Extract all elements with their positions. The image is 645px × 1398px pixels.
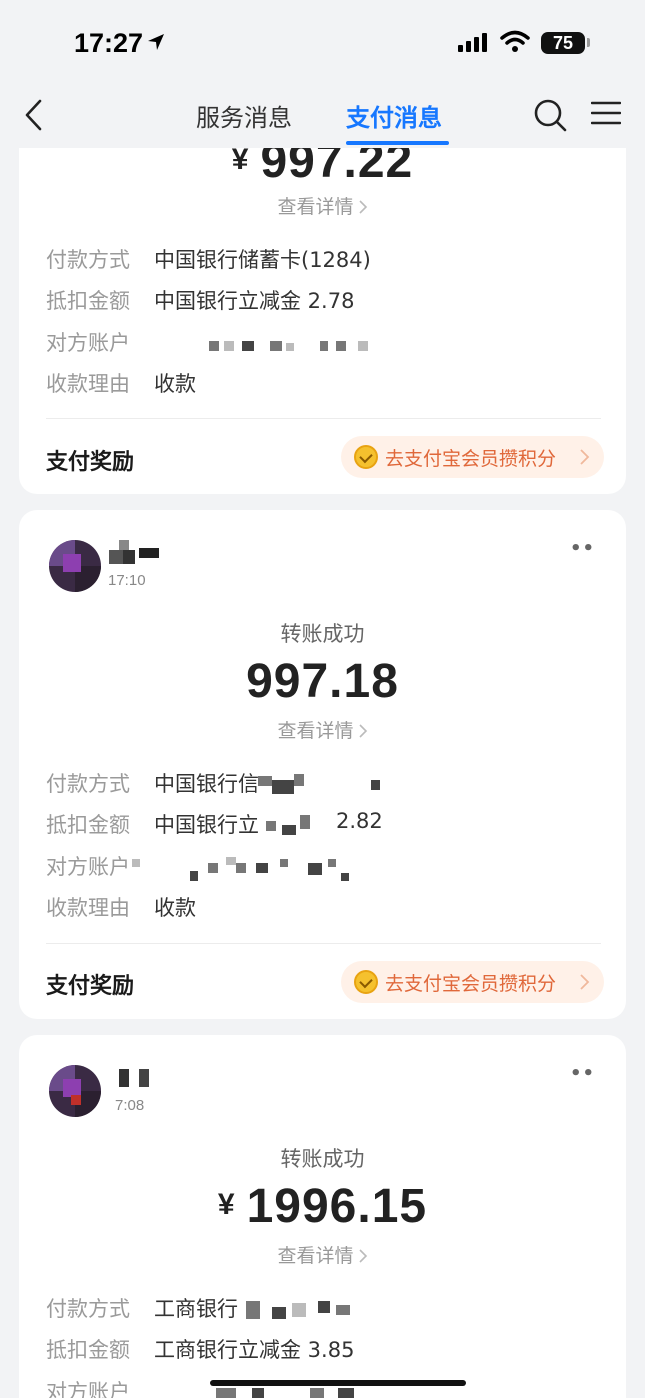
info-value: 工商银行	[154, 1297, 238, 1321]
tab-service-messages[interactable]: 服务消息	[196, 98, 292, 133]
sender-name	[109, 540, 159, 566]
more-icon[interactable]: ••	[570, 538, 595, 559]
chevron-right-icon	[580, 449, 590, 465]
chevron-right-icon	[580, 974, 590, 990]
view-details-link[interactable]: 查看详情	[19, 192, 626, 219]
earn-points-button[interactable]: 去支付宝会员攒积分	[341, 436, 604, 478]
active-tab-indicator	[346, 141, 449, 145]
reward-label: 支付奖励	[46, 450, 135, 475]
info-label: 收款理由	[46, 896, 130, 920]
earn-points-label: 去支付宝会员攒积分	[385, 448, 557, 470]
search-icon[interactable]	[533, 98, 567, 132]
payment-card[interactable]: ¥997.22 查看详情 付款方式 中国银行储蓄卡(1284) 抵扣金额 中国银…	[19, 148, 626, 494]
amount-row: 997.18	[19, 654, 626, 709]
avatar[interactable]	[49, 540, 101, 592]
view-details-link[interactable]: 查看详情	[19, 1241, 626, 1268]
info-label: 收款理由	[46, 372, 130, 396]
earn-points-label: 去支付宝会员攒积分	[385, 973, 557, 995]
info-label: 付款方式	[46, 248, 130, 272]
wifi-icon	[500, 30, 530, 52]
amount-row: ¥997.22	[19, 148, 626, 189]
info-value: 收款	[154, 372, 196, 396]
message-time: 7:08	[115, 1097, 145, 1114]
info-label: 抵扣金额	[46, 1338, 130, 1362]
nav-bar: 服务消息 支付消息	[0, 86, 645, 148]
tab-payment-messages[interactable]: 支付消息	[346, 98, 442, 133]
payment-card[interactable]: 17:10 •• 转账成功 997.18 查看详情 付款方式 中国银行信 抵扣金…	[19, 510, 626, 1019]
amount: 997.22	[260, 148, 414, 188]
info-label: 对方账户	[46, 331, 130, 355]
chevron-right-icon	[358, 200, 367, 214]
chevron-left-icon[interactable]	[22, 98, 46, 134]
view-details-label: 查看详情	[277, 1245, 354, 1267]
battery-icon: 75	[541, 32, 585, 54]
info-label: 付款方式	[46, 772, 130, 796]
payment-card[interactable]: 7:08 •• 转账成功 ¥1996.15 查看详情 付款方式 工商银行 抵扣金…	[19, 1035, 626, 1398]
amount: 997.18	[246, 655, 399, 708]
divider	[46, 418, 601, 419]
info-label: 对方账户	[46, 1380, 130, 1398]
info-value: 中国银行储蓄卡(1284)	[154, 248, 371, 272]
info-value: 中国银行立	[154, 813, 259, 837]
transfer-status: 转账成功	[280, 1147, 365, 1171]
deduction-amount: 2.82	[336, 809, 383, 833]
avatar[interactable]	[49, 1065, 101, 1117]
info-value: 中国银行立减金 2.78	[154, 289, 355, 313]
coin-icon	[354, 445, 378, 469]
chevron-right-icon	[358, 1249, 367, 1263]
reward-label: 支付奖励	[46, 974, 135, 999]
coin-icon	[354, 970, 378, 994]
currency-symbol: ¥	[231, 148, 249, 176]
info-label: 抵扣金额	[46, 813, 130, 837]
info-value: 中国银行信	[154, 772, 259, 796]
info-value: 收款	[154, 896, 196, 920]
amount: 1996.15	[246, 1180, 428, 1233]
info-label: 对方账户	[46, 855, 130, 879]
currency-symbol: ¥	[217, 1188, 235, 1221]
transfer-status: 转账成功	[280, 622, 365, 646]
sender-name	[119, 1069, 167, 1095]
view-details-label: 查看详情	[277, 720, 354, 742]
battery-tip	[587, 38, 590, 47]
message-time: 17:10	[108, 572, 146, 589]
earn-points-button[interactable]: 去支付宝会员攒积分	[341, 961, 604, 1003]
amount-row: ¥1996.15	[19, 1179, 626, 1234]
info-label: 抵扣金额	[46, 289, 130, 313]
divider	[46, 943, 601, 944]
view-details-label: 查看详情	[277, 196, 354, 218]
status-bar: 17:27 75	[0, 0, 645, 86]
location-arrow-icon	[148, 34, 164, 50]
menu-icon[interactable]	[591, 100, 621, 126]
more-icon[interactable]: ••	[570, 1063, 595, 1084]
chevron-right-icon	[358, 724, 367, 738]
signal-icon	[458, 33, 487, 52]
view-details-link[interactable]: 查看详情	[19, 716, 626, 743]
info-label: 付款方式	[46, 1297, 130, 1321]
status-time: 17:27	[74, 28, 144, 58]
info-value: 工商银行立减金 3.85	[154, 1338, 355, 1362]
